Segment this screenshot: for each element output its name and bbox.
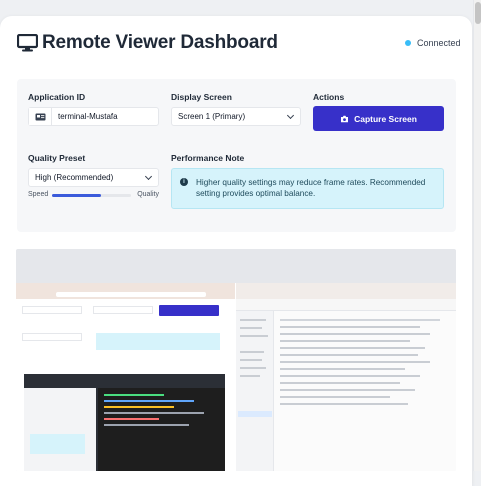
screen-preview [16,249,456,471]
status-text: Connected [417,38,461,48]
preview-browser-window [16,283,235,471]
quality-slider[interactable]: Speed Quality [28,191,159,201]
quality-preset-select[interactable]: High (Recommended) [28,168,159,187]
display-screen-value: Screen 1 (Primary) [178,112,246,121]
quality-preset-label: Quality Preset [28,153,86,163]
actions-label: Actions [313,92,345,102]
preview-note [96,333,220,350]
header: Remote Viewer Dashboard [17,32,278,54]
slider-speed-label: Speed [28,191,49,198]
capture-screen-button[interactable]: Capture Screen [313,106,444,131]
info-icon: i [180,178,188,186]
preview-input [22,306,82,314]
preview-select [93,306,153,314]
slider-fill [52,194,101,197]
app-id-input[interactable]: terminal-Mustafa [52,112,118,121]
app-id-field[interactable]: terminal-Mustafa [28,107,159,126]
performance-note: i Higher quality settings may reduce fra… [171,168,444,209]
connection-status: Connected [405,38,461,48]
camera-icon [341,115,349,122]
status-dot [405,40,411,46]
monitor-icon [17,34,38,52]
display-screen-select[interactable]: Screen 1 (Primary) [171,107,301,126]
preview-button [159,305,219,316]
preview-file-explorer [236,283,456,471]
preview-select-2 [22,333,82,341]
page: Remote Viewer Dashboard Connected Applic… [0,0,481,486]
capture-screen-label: Capture Screen [354,113,417,124]
captured-screenshot [16,283,456,471]
preview-nested-screen [24,374,225,471]
id-card-icon [29,108,52,125]
app-id-label: Application ID [28,92,86,102]
page-scrollbar[interactable] [473,0,481,471]
preview-address-bar [56,292,206,297]
slider-track[interactable] [52,194,131,197]
performance-note-text: Higher quality settings may reduce frame… [196,178,426,198]
chevron-down-icon [286,111,295,120]
performance-note-label: Performance Note [171,153,245,163]
quality-preset-value: High (Recommended) [35,173,114,182]
display-screen-label: Display Screen [171,92,232,102]
page-title: Remote Viewer Dashboard [42,32,278,53]
chevron-down-icon [144,172,153,181]
scroll-thumb[interactable] [475,2,481,24]
slider-quality-label: Quality [137,191,159,198]
